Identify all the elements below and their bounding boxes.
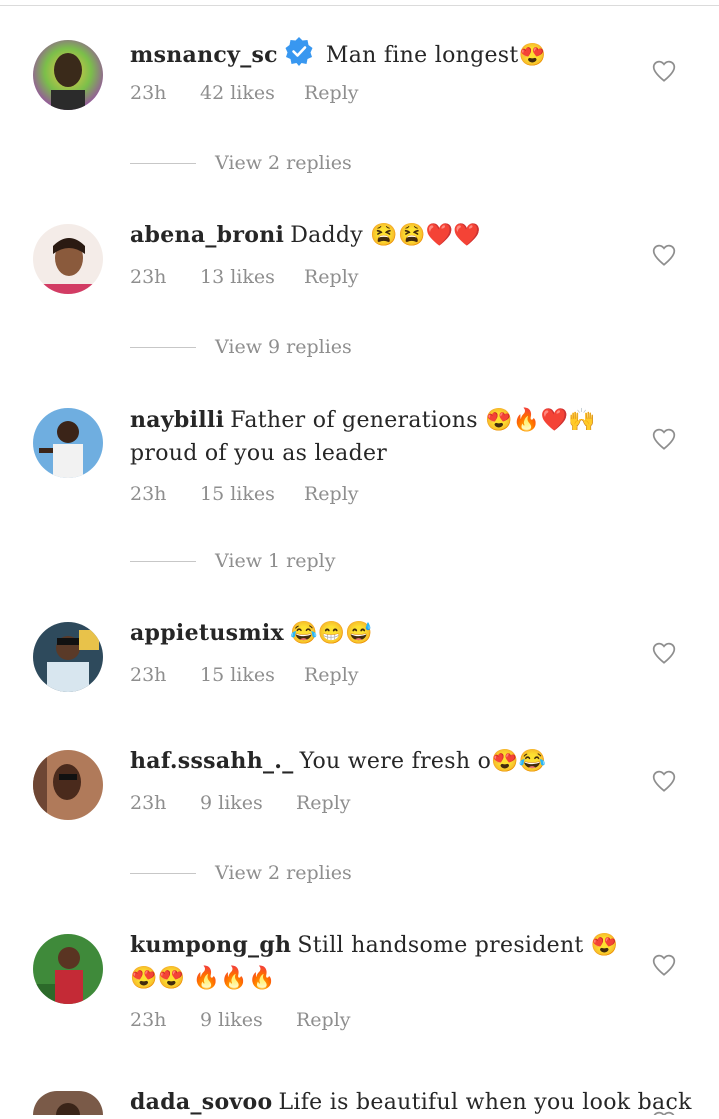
like-count[interactable]: 42 likes [200,82,304,104]
like-count[interactable]: 15 likes [200,664,304,686]
comment-text: kumpong_gh Still handsome president 😍😍😍 🔥… [130,929,630,995]
view-replies-label: View 9 replies [215,336,352,358]
comment-text: msnancy_sc Man fine longest😍 [130,36,630,76]
comment-meta: 23h 9 likes Reply [130,792,351,814]
replies-line [130,872,196,874]
timestamp: 23h [130,483,167,505]
username[interactable]: kumpong_gh [130,932,291,958]
comment-body: Life is beautiful when you look back [278,1090,692,1115]
like-heart-icon[interactable] [651,640,677,666]
comment-body: 😂😁😅 [289,621,374,646]
comment-body: You were fresh o😍😂 [299,749,547,774]
avatar[interactable] [33,1091,103,1115]
timestamp: 23h [130,792,167,814]
comment-text: naybilli Father of generations 😍🔥❤️🙌 prou… [130,404,630,470]
verified-badge-icon [284,36,314,76]
avatar[interactable] [33,750,103,820]
view-replies-button[interactable]: View 2 replies [130,152,352,174]
like-heart-icon[interactable] [651,1109,677,1115]
like-count[interactable]: 15 likes [200,483,304,505]
comment-text: haf.sssahh_._ You were fresh o😍😂 [130,745,630,778]
timestamp: 23h [130,664,167,686]
username[interactable]: haf.sssahh_._ [130,748,294,774]
username[interactable]: naybilli [130,407,224,433]
comment-meta: 23h 15 likes Reply [130,483,359,505]
like-count[interactable]: 13 likes [200,266,304,288]
comment-body: Daddy 😫😫❤️❤️ [290,223,482,248]
comment-text: dada_sovoo Life is beautiful when you loo… [130,1086,691,1119]
view-replies-button[interactable]: View 2 replies [130,862,352,884]
like-count[interactable]: 9 likes [200,792,296,814]
reply-button[interactable]: Reply [296,1009,351,1031]
view-replies-button[interactable]: View 9 replies [130,336,352,358]
replies-line [130,162,196,164]
comment-meta: 23h 15 likes Reply [130,664,359,686]
top-divider [0,5,719,6]
comment-text: appietusmix 😂😁😅 [130,617,630,650]
timestamp: 23h [130,266,167,288]
username[interactable]: msnancy_sc [130,42,278,68]
username[interactable]: abena_broni [130,222,284,248]
reply-button[interactable]: Reply [304,82,359,104]
reply-button[interactable]: Reply [296,792,351,814]
comment-meta: 23h 42 likes Reply [130,82,359,104]
avatar[interactable] [33,934,103,1004]
comment-meta: 23h 9 likes Reply [130,1009,351,1031]
like-heart-icon[interactable] [651,58,677,84]
avatar[interactable] [33,408,103,478]
comment-meta: 23h 13 likes Reply [130,266,359,288]
view-replies-button[interactable]: View 1 reply [130,550,335,572]
view-replies-label: View 2 replies [215,152,352,174]
username[interactable]: appietusmix [130,620,284,646]
like-heart-icon[interactable] [651,768,677,794]
replies-line [130,346,196,348]
timestamp: 23h [130,1009,167,1031]
reply-button[interactable]: Reply [304,664,359,686]
avatar[interactable] [33,224,103,294]
username[interactable]: dada_sovoo [130,1089,272,1115]
comment-text: abena_broni Daddy 😫😫❤️❤️ [130,219,630,252]
reply-button[interactable]: Reply [304,483,359,505]
like-heart-icon[interactable] [651,242,677,268]
like-heart-icon[interactable] [651,426,677,452]
timestamp: 23h [130,82,167,104]
like-count[interactable]: 9 likes [200,1009,296,1031]
like-heart-icon[interactable] [651,952,677,978]
view-replies-label: View 1 reply [215,550,336,572]
view-replies-label: View 2 replies [215,862,352,884]
replies-line [130,560,196,562]
reply-button[interactable]: Reply [304,266,359,288]
avatar[interactable] [33,40,103,110]
avatar[interactable] [33,622,103,692]
comment-body: Man fine longest😍 [325,43,547,68]
